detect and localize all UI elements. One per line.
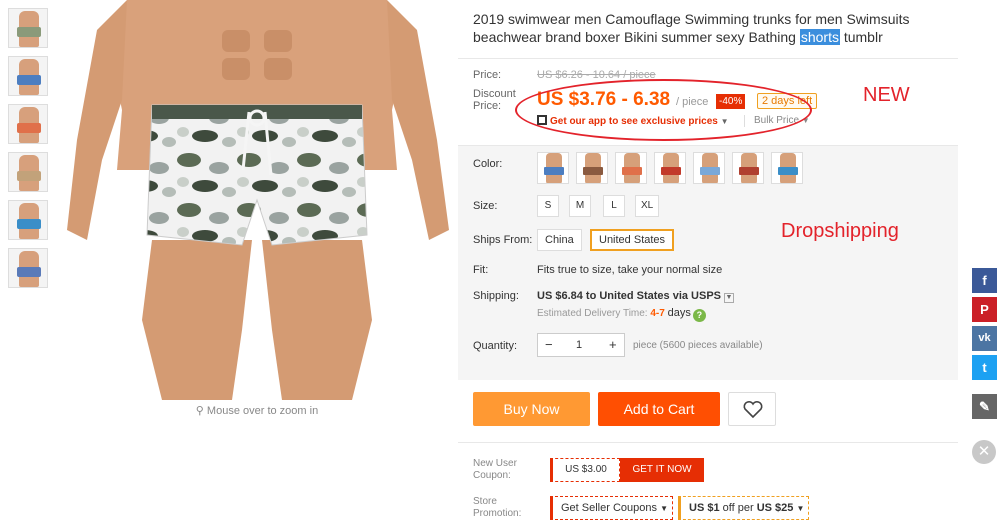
thumbnail-4[interactable] (8, 152, 48, 192)
zoom-hint: ⚲ Mouse over to zoom in (195, 405, 319, 417)
store-promo-dropdown[interactable]: US $1 off per US $25 ▼ (678, 496, 809, 520)
highlighted-word: shorts (799, 29, 840, 45)
new-user-coupon-label: New User Coupon: (473, 458, 517, 481)
thumbnail-3[interactable] (8, 104, 48, 144)
size-option-s[interactable]: S (537, 195, 559, 217)
color-swatch-3[interactable] (615, 152, 647, 184)
annotation-ellipse (515, 79, 812, 141)
facebook-icon[interactable]: f (972, 268, 997, 293)
color-swatch-1[interactable] (537, 152, 569, 184)
quantity-label: Quantity: (473, 340, 518, 352)
size-option-l[interactable]: L (603, 195, 625, 217)
product-image[interactable] (57, 0, 457, 400)
size-label: Size: (473, 200, 498, 212)
buy-now-button[interactable]: Buy Now (473, 392, 590, 426)
quantity-stepper[interactable]: − 1 + (537, 333, 625, 357)
heart-icon (743, 400, 763, 419)
seller-coupons-dropdown[interactable]: Get Seller Coupons ▼ (550, 496, 673, 520)
ships-from-united-states[interactable]: United States (590, 229, 675, 251)
color-swatch-4[interactable] (654, 152, 686, 184)
minus-icon[interactable]: − (545, 337, 553, 352)
get-it-now-button[interactable]: GET IT NOW (620, 458, 704, 482)
price-label: Price: (473, 69, 502, 81)
color-label: Color: (473, 158, 503, 170)
thumbnail-6[interactable] (8, 248, 48, 288)
shipping-label: Shipping: (473, 290, 519, 302)
plus-icon[interactable]: + (609, 337, 617, 352)
shipping-value[interactable]: US $6.84 to United States via USPS ▼ (537, 290, 735, 303)
magnifier-icon: ⚲ (195, 405, 204, 417)
size-option-xl[interactable]: XL (635, 195, 660, 217)
product-title: 2019 swimwear men Camouflage Swimming tr… (473, 11, 910, 45)
caret-down-icon: ▼ (660, 504, 668, 513)
thumbnail-5[interactable] (8, 200, 48, 240)
store-promotion-label: Store Promotion: (473, 496, 522, 519)
color-swatch-6[interactable] (732, 152, 764, 184)
help-icon[interactable]: ? (692, 309, 706, 322)
annotation-new: NEW (863, 84, 910, 106)
quantity-value[interactable]: 1 (576, 339, 582, 351)
twitter-icon[interactable]: t (972, 355, 997, 380)
coupon-amount: US $3.00 (550, 458, 620, 482)
product-detail-panel: 2019 swimwear men Camouflage Swimming tr… (458, 0, 958, 529)
color-swatch-5[interactable] (693, 152, 725, 184)
fit-label: Fit: (473, 264, 489, 276)
thumbnail-2[interactable] (8, 56, 48, 96)
ships-from-china[interactable]: China (537, 229, 582, 251)
caret-down-icon[interactable]: ▼ (724, 293, 735, 303)
discount-label: Discount Price: (473, 88, 516, 112)
fit-value: Fits true to size, take your normal size (537, 264, 723, 276)
annotation-dropshipping: Dropshipping (781, 220, 899, 242)
price-box: Price: US $6.26 - 10.64 / piece Discount… (458, 58, 958, 146)
edit-icon[interactable]: ✎ (972, 394, 997, 419)
caret-down-icon: ▼ (796, 504, 805, 513)
delivery-estimate: Estimated Delivery Time: 4-7 days? (537, 307, 706, 322)
pinterest-icon[interactable]: P (972, 297, 997, 322)
thumbnail-1[interactable] (8, 8, 48, 48)
vk-icon[interactable]: vk (972, 326, 997, 351)
close-icon[interactable]: ✕ (972, 440, 996, 464)
thumbnail-list (8, 8, 50, 296)
add-to-cart-button[interactable]: Add to Cart (598, 392, 720, 426)
quantity-available: piece (5600 pieces available) (633, 340, 763, 351)
size-option-m[interactable]: M (569, 195, 591, 217)
color-swatch-7[interactable] (771, 152, 803, 184)
wishlist-button[interactable] (728, 392, 776, 426)
ships-from-label: Ships From: (473, 234, 533, 246)
color-swatch-2[interactable] (576, 152, 608, 184)
